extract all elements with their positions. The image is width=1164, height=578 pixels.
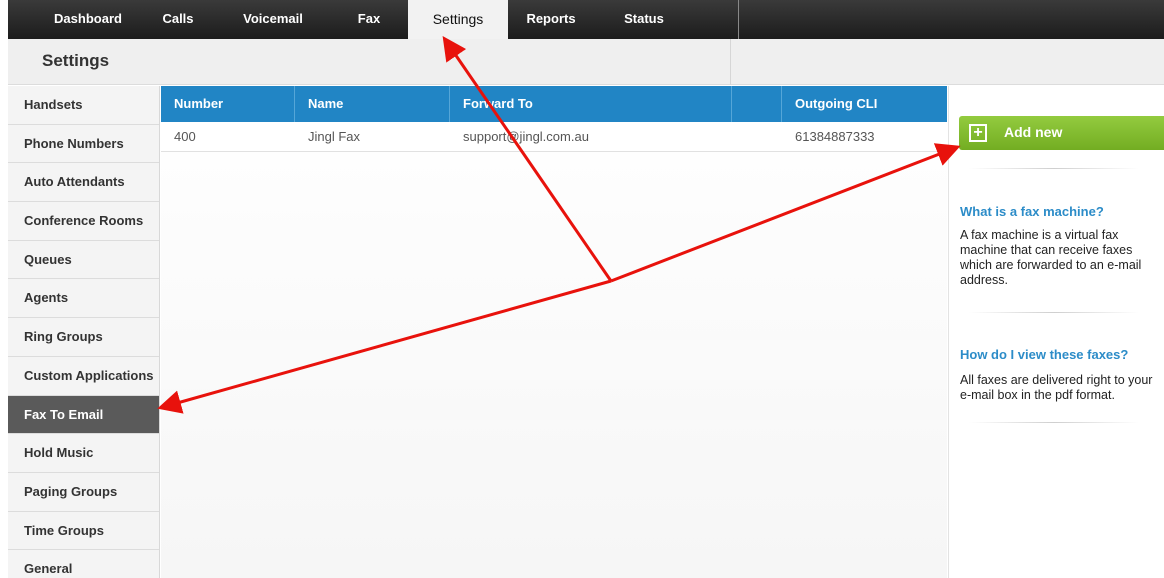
nav-tab-voicemail[interactable]: Voicemail xyxy=(233,0,313,39)
nav-tab-fax[interactable]: Fax xyxy=(353,0,385,39)
divider xyxy=(969,422,1139,423)
nav-tab-dashboard[interactable]: Dashboard xyxy=(36,0,140,39)
title-bar: Settings xyxy=(8,39,1164,85)
divider xyxy=(969,168,1139,169)
column-header-outgoing-cli[interactable]: Outgoing CLI xyxy=(782,86,947,122)
help-title-view-faxes: How do I view these faxes? xyxy=(960,347,1129,362)
sidebar-item-custom-applications[interactable]: Custom Applications xyxy=(8,357,159,396)
help-text-fax-machine: A fax machine is a virtual fax machine t… xyxy=(960,228,1142,287)
sidebar-item-agents[interactable]: Agents xyxy=(8,279,159,319)
sidebar-item-paging-groups[interactable]: Paging Groups xyxy=(8,473,159,512)
help-panel: + Add new What is a fax machine? A fax m… xyxy=(948,86,1164,578)
plus-icon: + xyxy=(969,124,987,142)
settings-sidebar: Handsets Phone Numbers Auto Attendants C… xyxy=(8,86,160,578)
top-nav: Dashboard Calls Voicemail Fax Settings R… xyxy=(8,0,1164,39)
sidebar-item-general[interactable]: General xyxy=(8,550,159,578)
add-new-button[interactable]: + Add new xyxy=(959,116,1164,150)
sidebar-item-queues[interactable]: Queues xyxy=(8,241,159,280)
nav-tab-status[interactable]: Status xyxy=(616,0,672,39)
sidebar-item-time-groups[interactable]: Time Groups xyxy=(8,512,159,551)
fax-table-area: Number Name Forward To Outgoing CLI 400 … xyxy=(161,86,947,578)
column-header-number[interactable]: Number xyxy=(161,86,295,122)
page-title: Settings xyxy=(42,51,110,70)
nav-tab-reports[interactable]: Reports xyxy=(518,0,584,39)
nav-divider xyxy=(738,0,739,39)
add-new-label: Add new xyxy=(1004,124,1063,140)
cell-forward-to: support@jingl.com.au xyxy=(463,129,589,144)
table-row[interactable]: 400 Jingl Fax support@jingl.com.au 61384… xyxy=(161,122,947,152)
cell-outgoing-cli: 61384887333 xyxy=(795,129,875,144)
cell-blank xyxy=(732,122,782,152)
divider xyxy=(969,312,1139,313)
cell-number: 400 xyxy=(174,129,196,144)
help-text-view-faxes: All faxes are delivered right to your e-… xyxy=(960,373,1153,402)
title-divider xyxy=(730,39,731,85)
nav-tab-settings[interactable]: Settings xyxy=(408,0,508,39)
nav-tab-calls[interactable]: Calls xyxy=(158,0,198,39)
help-title-fax-machine: What is a fax machine? xyxy=(960,204,1104,219)
sidebar-item-phone-numbers[interactable]: Phone Numbers xyxy=(8,125,159,164)
sidebar-item-hold-music[interactable]: Hold Music xyxy=(8,434,159,473)
column-header-name[interactable]: Name xyxy=(295,86,450,122)
sidebar-item-auto-attendants[interactable]: Auto Attendants xyxy=(8,163,159,203)
column-header-forward-to[interactable]: Forward To xyxy=(450,86,732,122)
table-header: Number Name Forward To Outgoing CLI xyxy=(161,86,947,122)
sidebar-item-ring-groups[interactable]: Ring Groups xyxy=(8,318,159,357)
column-header-blank xyxy=(732,86,782,122)
sidebar-item-handsets[interactable]: Handsets xyxy=(8,86,159,125)
sidebar-item-conference-rooms[interactable]: Conference Rooms xyxy=(8,202,159,241)
cell-name: Jingl Fax xyxy=(308,129,361,144)
sidebar-item-fax-to-email[interactable]: Fax To Email xyxy=(8,395,159,435)
